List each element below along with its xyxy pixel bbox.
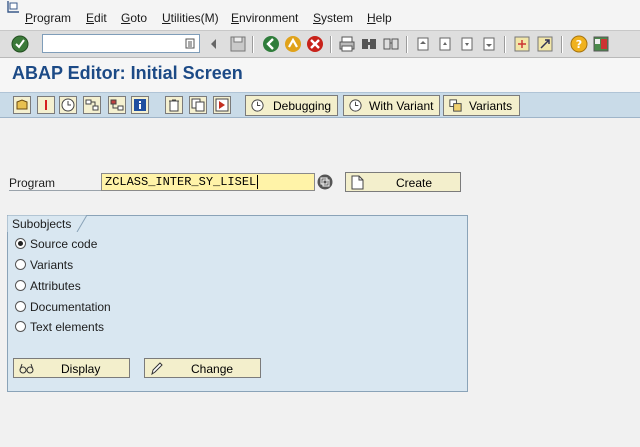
menu-utilities[interactable]: Utilities(M): [162, 11, 219, 25]
enter-checkmark-icon[interactable]: [11, 35, 29, 53]
radio-label-source-code: Source code: [30, 237, 98, 251]
first-page-icon[interactable]: [414, 35, 432, 53]
menu-system[interactable]: System: [313, 11, 353, 25]
subobjects-title: Subobjects: [12, 217, 72, 231]
create-label: Create: [396, 176, 433, 190]
exit-icon[interactable]: [284, 35, 302, 53]
back-icon[interactable]: [262, 35, 280, 53]
display-label: Display: [61, 362, 101, 376]
menu-edit[interactable]: Edit: [86, 11, 107, 25]
variants-button[interactable]: Variants: [443, 95, 520, 116]
variants-icon: [449, 99, 462, 112]
radio-label-variants: Variants: [30, 258, 74, 272]
radio-label-text-elements: Text elements: [30, 320, 105, 334]
display-button[interactable]: Display: [13, 358, 130, 378]
system-menu-icon[interactable]: [6, 0, 22, 14]
activate-icon[interactable]: [59, 96, 77, 114]
info-icon[interactable]: [131, 96, 149, 114]
glasses-icon: [19, 363, 34, 374]
execute-icon[interactable]: [213, 96, 231, 114]
clock-icon: [349, 99, 362, 112]
create-button[interactable]: Create: [345, 172, 461, 192]
print-icon[interactable]: [338, 35, 356, 53]
debugging-button[interactable]: Debugging: [245, 95, 338, 116]
radio-documentation[interactable]: [15, 301, 26, 312]
shortcut-icon[interactable]: [536, 35, 554, 53]
menu-environment[interactable]: Environment: [231, 11, 298, 25]
check-syntax-icon[interactable]: [37, 96, 55, 114]
customize-layout-icon[interactable]: [592, 35, 610, 53]
last-page-icon[interactable]: [480, 35, 498, 53]
create-session-icon[interactable]: [513, 35, 531, 53]
next-page-icon[interactable]: [458, 35, 476, 53]
page-title: ABAP Editor: Initial Screen: [12, 63, 243, 83]
program-name-field[interactable]: ZCLASS_INTER_SY_LISEL: [101, 173, 315, 191]
object-list-icon[interactable]: [108, 96, 126, 114]
other-object-icon[interactable]: [13, 96, 31, 114]
radio-attributes[interactable]: [15, 280, 26, 291]
command-field[interactable]: [42, 34, 200, 53]
svg-text:?: ?: [576, 38, 582, 51]
clock-icon: [251, 99, 264, 112]
radio-source-code[interactable]: [15, 238, 26, 249]
application-toolbar: Debugging With Variant Variants: [0, 92, 640, 118]
radio-text-elements[interactable]: [15, 321, 26, 332]
radio-label-attributes: Attributes: [30, 279, 81, 293]
menu-bar: Program Edit Goto Utilities(M) Environme…: [0, 0, 640, 30]
program-label: Program: [9, 176, 56, 190]
value-help-icon[interactable]: [317, 174, 333, 190]
with-variant-label: With Variant: [369, 99, 434, 113]
previous-page-icon[interactable]: [436, 35, 454, 53]
find-icon[interactable]: [360, 35, 378, 53]
delete-icon[interactable]: [165, 96, 183, 114]
cancel-icon[interactable]: [306, 35, 324, 53]
with-variant-button[interactable]: With Variant: [343, 95, 440, 116]
program-name-value: ZCLASS_INTER_SY_LISEL: [105, 175, 257, 189]
menu-program[interactable]: Program: [25, 11, 71, 25]
change-label: Change: [191, 362, 234, 376]
radio-variants[interactable]: [15, 259, 26, 270]
copy-icon[interactable]: [189, 96, 207, 114]
program-label-underline: [9, 190, 101, 191]
radio-label-documentation: Documentation: [30, 300, 111, 314]
command-history-icon[interactable]: [185, 38, 195, 49]
help-icon[interactable]: ?: [570, 35, 588, 53]
radio-selected-dot: [18, 241, 23, 246]
new-document-icon: [351, 175, 364, 190]
save-icon[interactable]: [229, 35, 247, 53]
collapse-left-icon[interactable]: [209, 35, 219, 53]
where-used-list-icon[interactable]: [83, 96, 101, 114]
variants-label: Variants: [469, 99, 513, 113]
change-button[interactable]: Change: [144, 358, 261, 378]
pencil-icon: [151, 362, 163, 376]
standard-toolbar: ?: [0, 30, 640, 58]
menu-goto[interactable]: Goto: [121, 11, 147, 25]
menu-help[interactable]: Help: [367, 11, 392, 25]
debugging-label: Debugging: [273, 99, 332, 113]
text-cursor: [257, 175, 259, 189]
find-next-icon[interactable]: [382, 35, 400, 53]
